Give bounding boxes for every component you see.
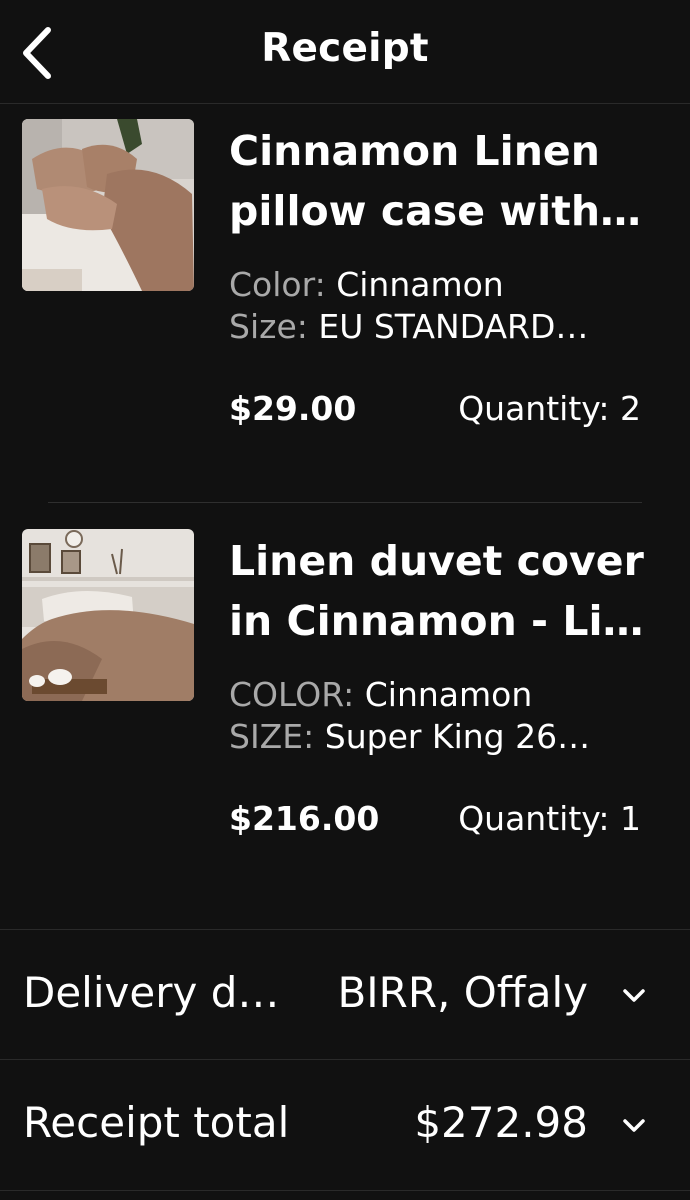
item-quantity: Quantity: 1 xyxy=(458,799,641,838)
item-size: Size: EU STANDARD… xyxy=(229,307,589,346)
item-name[interactable]: Linen duvet cover in Cinnamon - Li… xyxy=(229,531,669,651)
top-bar: Receipt xyxy=(0,0,690,104)
receipt-item[interactable]: Linen duvet cover in Cinnamon - Li… COLO… xyxy=(0,529,690,929)
delivery-label: Delivery d… xyxy=(23,968,280,1017)
total-label: Receipt total xyxy=(23,1098,290,1147)
item-divider xyxy=(48,502,642,503)
chevron-down-icon[interactable] xyxy=(620,1112,648,1140)
item-price: $216.00 xyxy=(229,799,380,838)
chevron-down-icon[interactable] xyxy=(620,982,648,1010)
product-image[interactable] xyxy=(22,119,194,291)
item-color: Color: Cinnamon xyxy=(229,265,504,304)
receipt-item[interactable]: Cinnamon Linen pillow case with… Color: … xyxy=(0,119,690,519)
item-price: $29.00 xyxy=(229,389,357,428)
total-value: $272.98 xyxy=(414,1098,588,1147)
delivery-details-row[interactable]: Delivery d… BIRR, Offaly xyxy=(0,929,690,1060)
receipt-total-row[interactable]: Receipt total $272.98 xyxy=(0,1059,690,1191)
item-color: COLOR: Cinnamon xyxy=(229,675,533,714)
item-name[interactable]: Cinnamon Linen pillow case with… xyxy=(229,121,669,241)
delivery-value: BIRR, Offaly xyxy=(337,968,588,1017)
page-title: Receipt xyxy=(261,26,429,71)
item-quantity: Quantity: 2 xyxy=(458,389,641,428)
item-size: SIZE: Super King 26… xyxy=(229,717,591,756)
product-image[interactable] xyxy=(22,529,194,701)
